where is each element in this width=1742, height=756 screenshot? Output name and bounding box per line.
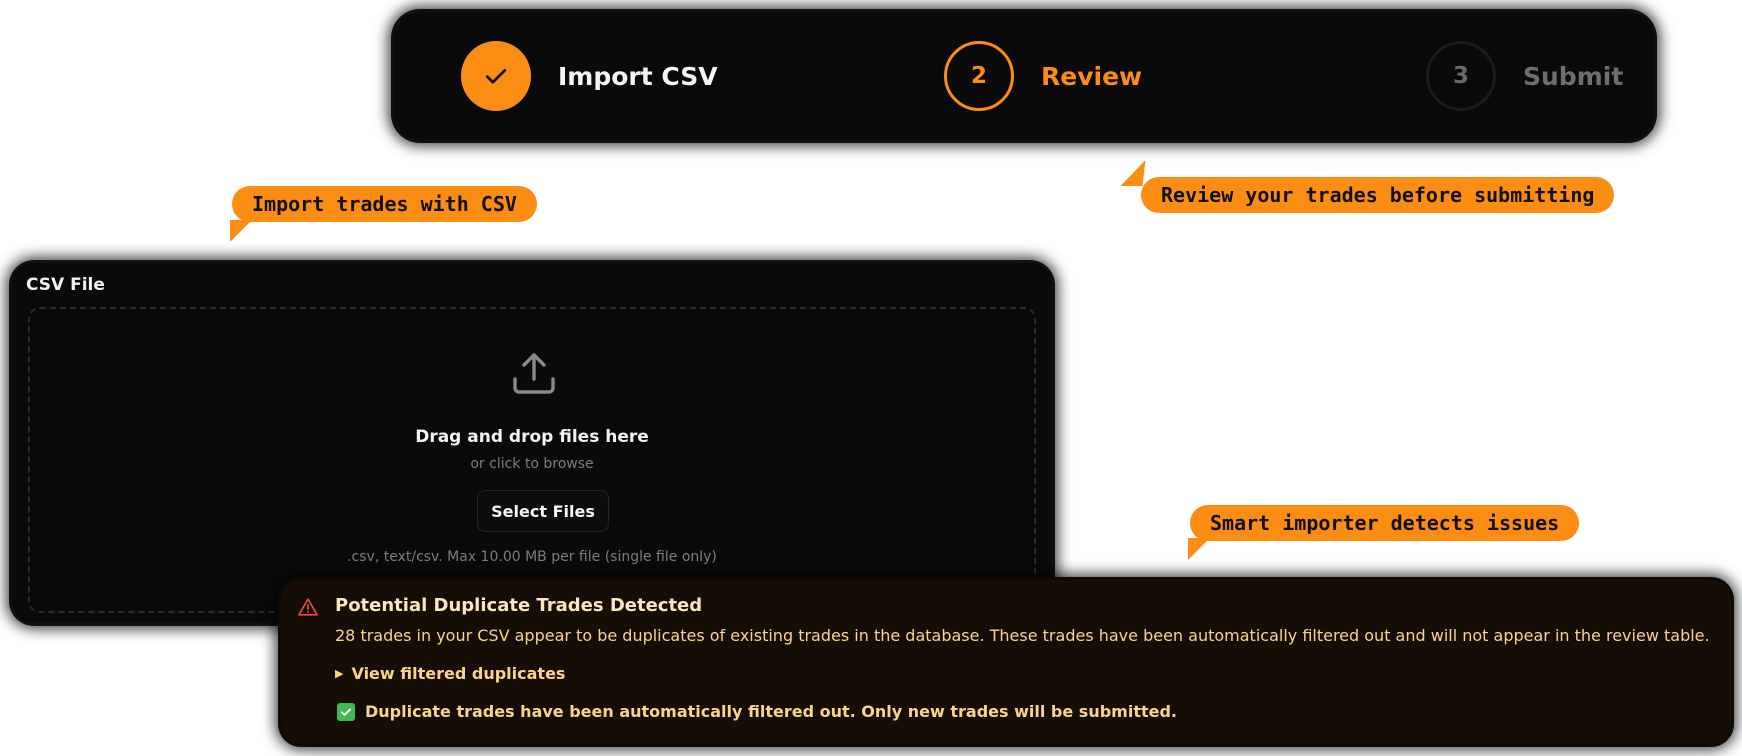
step-review[interactable]: 2 Review: [944, 40, 1142, 112]
csv-file-card: CSV File Drag and drop files here or cli…: [12, 263, 1052, 623]
success-message-text: Duplicate trades have been automatically…: [365, 702, 1177, 721]
callout-import: Import trades with CSV: [232, 186, 537, 222]
checkmark-icon: [485, 69, 507, 84]
success-message: Duplicate trades have been automatically…: [337, 702, 1177, 721]
alert-description: 28 trades in your CSV appear to be dupli…: [335, 626, 1710, 645]
csv-file-title: CSV File: [26, 275, 105, 295]
callout-review: Review your trades before submitting: [1141, 177, 1615, 213]
step-2-label: Review: [1041, 61, 1143, 91]
duplicate-trades-alert: Potential Duplicate Trades Detected 28 t…: [281, 580, 1731, 744]
dropzone-title: Drag and drop files here: [415, 427, 649, 447]
step-1-label: Import CSV: [558, 61, 718, 91]
file-dropzone[interactable]: Drag and drop files here or click to bro…: [28, 307, 1036, 613]
import-stepper: Import CSV 2 Review 3 Submit: [394, 12, 1654, 140]
step-3-label: Submit: [1523, 61, 1624, 91]
callout-import-pointer: [221, 220, 253, 242]
step-submit[interactable]: 3 Submit: [1426, 40, 1623, 112]
callout-smart-importer: Smart importer detects issues: [1190, 505, 1580, 541]
disclosure-triangle-icon: ▶: [335, 667, 344, 680]
select-files-button[interactable]: Select Files: [477, 490, 609, 532]
step-2-indicator: 2: [944, 41, 1014, 111]
view-filtered-duplicates-toggle[interactable]: ▶ View filtered duplicates: [335, 664, 565, 683]
file-requirements-note: .csv, text/csv. Max 10.00 MB per file (s…: [347, 549, 717, 565]
step-3-indicator: 3: [1426, 41, 1496, 111]
warning-triangle-icon: [298, 598, 318, 616]
details-label: View filtered duplicates: [351, 664, 566, 683]
callout-smart-pointer: [1179, 538, 1211, 560]
alert-title: Potential Duplicate Trades Detected: [335, 595, 703, 616]
step-1-indicator: [461, 41, 531, 111]
green-check-icon: [337, 702, 355, 721]
upload-icon: [513, 353, 555, 394]
step-import-csv[interactable]: Import CSV: [461, 40, 718, 112]
dropzone-subtitle: or click to browse: [470, 456, 594, 472]
